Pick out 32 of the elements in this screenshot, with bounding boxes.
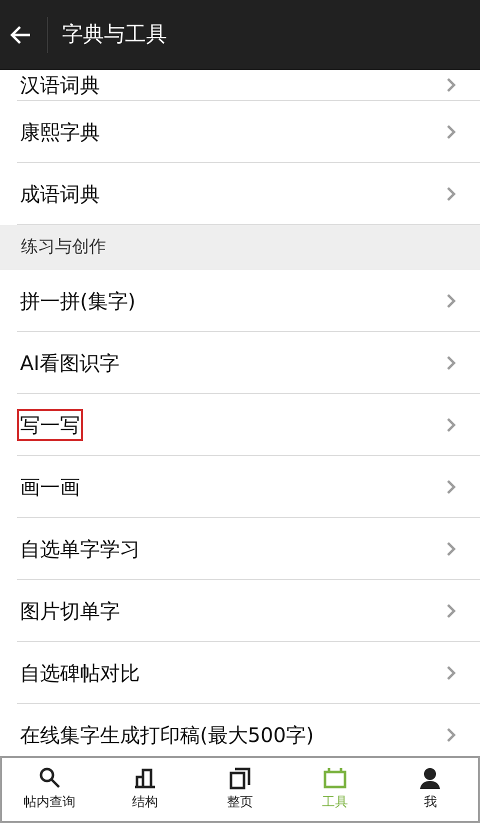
chevron-icon	[446, 292, 456, 308]
chevron-icon	[446, 77, 456, 93]
chevron-icon	[446, 124, 456, 140]
nav-tab[interactable]: 整页	[192, 758, 288, 821]
list-item[interactable]: 康熙字典	[17, 101, 480, 163]
chevron-icon	[446, 664, 456, 680]
chevron-icon	[446, 354, 456, 370]
list-item[interactable]: AI看图识字	[17, 332, 480, 394]
list-item[interactable]: 拼一拼(集字)	[17, 270, 480, 332]
calendar-icon	[323, 766, 348, 790]
list-item[interactable]: 自选单字学习	[17, 518, 480, 580]
pages-icon	[228, 766, 252, 790]
search-icon	[38, 766, 62, 790]
list-item[interactable]: 写一写	[17, 394, 480, 456]
list-item[interactable]: 汉语词典	[17, 70, 480, 101]
chevron-icon	[446, 726, 456, 742]
structure-icon	[132, 766, 157, 790]
list-item[interactable]: 图片切单字	[17, 580, 480, 642]
chevron-icon	[446, 478, 456, 494]
chevron-icon	[446, 540, 456, 556]
chevron-icon	[446, 416, 456, 432]
chevron-icon	[446, 602, 456, 618]
chevron-icon	[446, 186, 456, 202]
page-title: 字典与工具	[62, 21, 167, 48]
section-header: 练习与创作	[21, 236, 106, 259]
list-item[interactable]: 画一画	[17, 456, 480, 518]
nav-tab[interactable]: 我	[382, 758, 478, 821]
person-icon	[418, 766, 442, 790]
list-item[interactable]: 自选碑帖对比	[17, 642, 480, 704]
nav-tab[interactable]: 结构	[97, 758, 192, 821]
nav-tab[interactable]: 帖内查询	[2, 758, 98, 821]
back-icon[interactable]	[10, 24, 32, 46]
